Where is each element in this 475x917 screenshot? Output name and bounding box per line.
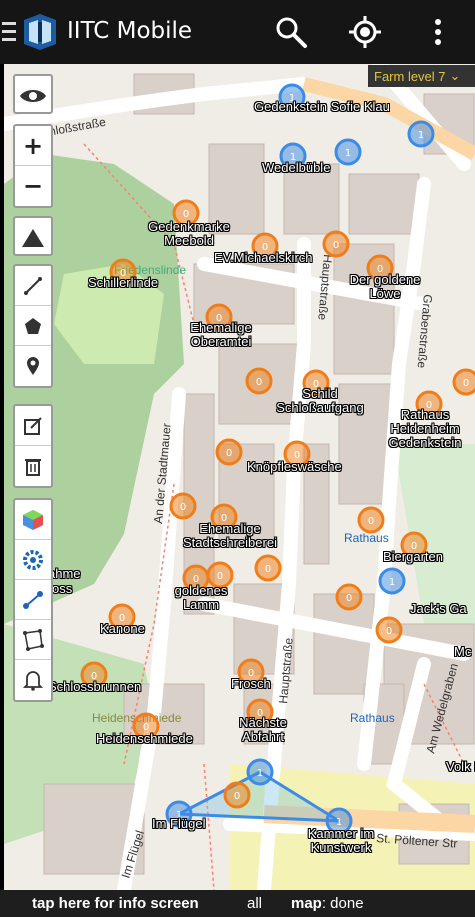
portal-label: Gedenkstein Sofie Klau	[254, 99, 390, 114]
gear-icon	[23, 549, 43, 570]
portal-label: Biergarten	[383, 549, 443, 564]
plugin-cube-button[interactable]	[15, 500, 51, 540]
svg-text:0: 0	[386, 626, 392, 637]
portal-label: Wedelbüble	[262, 160, 331, 175]
svg-text:0: 0	[256, 377, 262, 388]
portal-label: Schild Schloßaufgang	[276, 386, 364, 415]
farm-level-select[interactable]: Farm level 7 ⌄	[368, 65, 475, 87]
svg-text:0: 0	[217, 571, 223, 582]
portal-marker[interactable]: 1	[378, 567, 406, 595]
plugin-polygon-button[interactable]	[15, 620, 51, 660]
toolbar-draw	[13, 264, 53, 388]
svg-text:0: 0	[180, 502, 186, 513]
portal-marker[interactable]: 1	[246, 758, 274, 786]
portal-label: Gedenkmarke Meebold	[148, 219, 230, 248]
portal-label: Nächste Abfahrt	[239, 715, 287, 744]
toolbar-plugins	[13, 498, 53, 702]
edit-button[interactable]	[15, 406, 51, 446]
status-bar[interactable]: tap here for info screen all map: done	[0, 890, 475, 917]
svg-text:0: 0	[234, 791, 240, 802]
zoom-out-button[interactable]: −	[15, 166, 51, 206]
layers-button[interactable]	[15, 218, 51, 258]
portal-marker[interactable]: 0	[215, 438, 243, 466]
info-screen-link[interactable]: tap here for info screen	[32, 895, 199, 912]
zoom-in-icon: +	[22, 131, 44, 160]
zoom-control: + −	[13, 124, 53, 208]
portal-label: Heidenschmiede	[96, 731, 193, 746]
portal-marker[interactable]: 0	[322, 230, 350, 258]
svg-text:0: 0	[346, 593, 352, 604]
layer-toggle-button[interactable]	[15, 76, 51, 116]
farm-level-label: Farm level 7	[374, 68, 446, 84]
portal-label: Schillerlinde	[88, 275, 159, 290]
draw-marker-icon	[27, 357, 39, 375]
portal-marker[interactable]: 1	[407, 120, 435, 148]
map-status-label: map	[291, 895, 322, 912]
portal-label: Schlossbrunnen	[48, 679, 142, 694]
plugin-link-button[interactable]	[15, 580, 51, 620]
toolbar-view	[13, 74, 53, 114]
delete-icon	[25, 459, 41, 476]
draw-line-icon	[24, 276, 42, 295]
zoom-out-icon: −	[22, 172, 44, 200]
zoom-in-button[interactable]: +	[15, 126, 51, 166]
draw-polygon-button[interactable]	[15, 306, 51, 346]
svg-text:1: 1	[257, 768, 263, 779]
chevron-down-icon: ⌄	[449, 68, 461, 83]
portal-label: goldenes Lamm	[174, 583, 228, 612]
layers-icon	[22, 229, 44, 247]
draw-line-button[interactable]	[15, 266, 51, 306]
polygon-icon	[23, 628, 44, 651]
svg-text:1: 1	[418, 130, 424, 141]
link-icon	[23, 590, 43, 609]
svg-text:1: 1	[389, 577, 395, 588]
portal-label: Volk H	[446, 759, 475, 774]
portal-marker[interactable]: 0	[375, 616, 403, 644]
svg-text:0: 0	[226, 448, 232, 459]
portal-marker[interactable]: 1	[334, 138, 362, 166]
portal-label: Der goldene Löwe	[349, 272, 421, 301]
portal-marker[interactable]: 0	[245, 367, 273, 395]
bell-icon	[23, 671, 43, 691]
portal-marker[interactable]: 0	[169, 492, 197, 520]
map-status-value: : done	[321, 895, 364, 912]
portal-label: Frosch	[231, 676, 271, 691]
filter-label: all	[247, 895, 263, 912]
cube-icon	[23, 509, 43, 530]
portal-marker[interactable]: 0	[357, 506, 385, 534]
portal-label: Kammer im Kunstwerk	[307, 826, 375, 855]
portal-label: EV.Michaelskirch	[214, 250, 313, 265]
draw-polygon-icon	[25, 317, 41, 334]
svg-text:0: 0	[333, 240, 339, 251]
draw-marker-button[interactable]	[15, 346, 51, 386]
svg-text:0: 0	[368, 516, 374, 527]
portal-label: Kanone	[100, 621, 145, 636]
portal-label: Jack's Ga	[410, 601, 467, 616]
portal-label: Rathaus Heidenheim Gedenkstein	[388, 407, 462, 450]
portal-label: Knöpfleswäsche	[247, 459, 342, 474]
toolbar-edit	[13, 404, 53, 488]
svg-text:1: 1	[345, 148, 351, 159]
portal-label: Ehemalige Stadtschreiberei	[183, 521, 277, 550]
toolbar-layers	[13, 216, 53, 256]
portal-label: Ehemalige Oberamtei	[190, 320, 252, 349]
plugin-bell-button[interactable]	[15, 660, 51, 700]
portal-marker[interactable]: 0	[335, 583, 363, 611]
delete-button[interactable]	[15, 446, 51, 486]
portal-marker[interactable]: 0	[452, 368, 475, 396]
plugin-gear-button[interactable]	[15, 540, 51, 580]
eye-icon	[20, 90, 46, 102]
portal-label: oss	[52, 581, 73, 596]
svg-text:0: 0	[265, 564, 271, 575]
edit-icon	[24, 416, 42, 435]
portal-label: Im Flügel	[152, 816, 206, 831]
portal-marker[interactable]: 0	[254, 554, 282, 582]
portal-marker[interactable]: 0	[223, 781, 251, 809]
portal-label: Mc	[454, 644, 472, 659]
svg-text:0: 0	[463, 378, 469, 389]
